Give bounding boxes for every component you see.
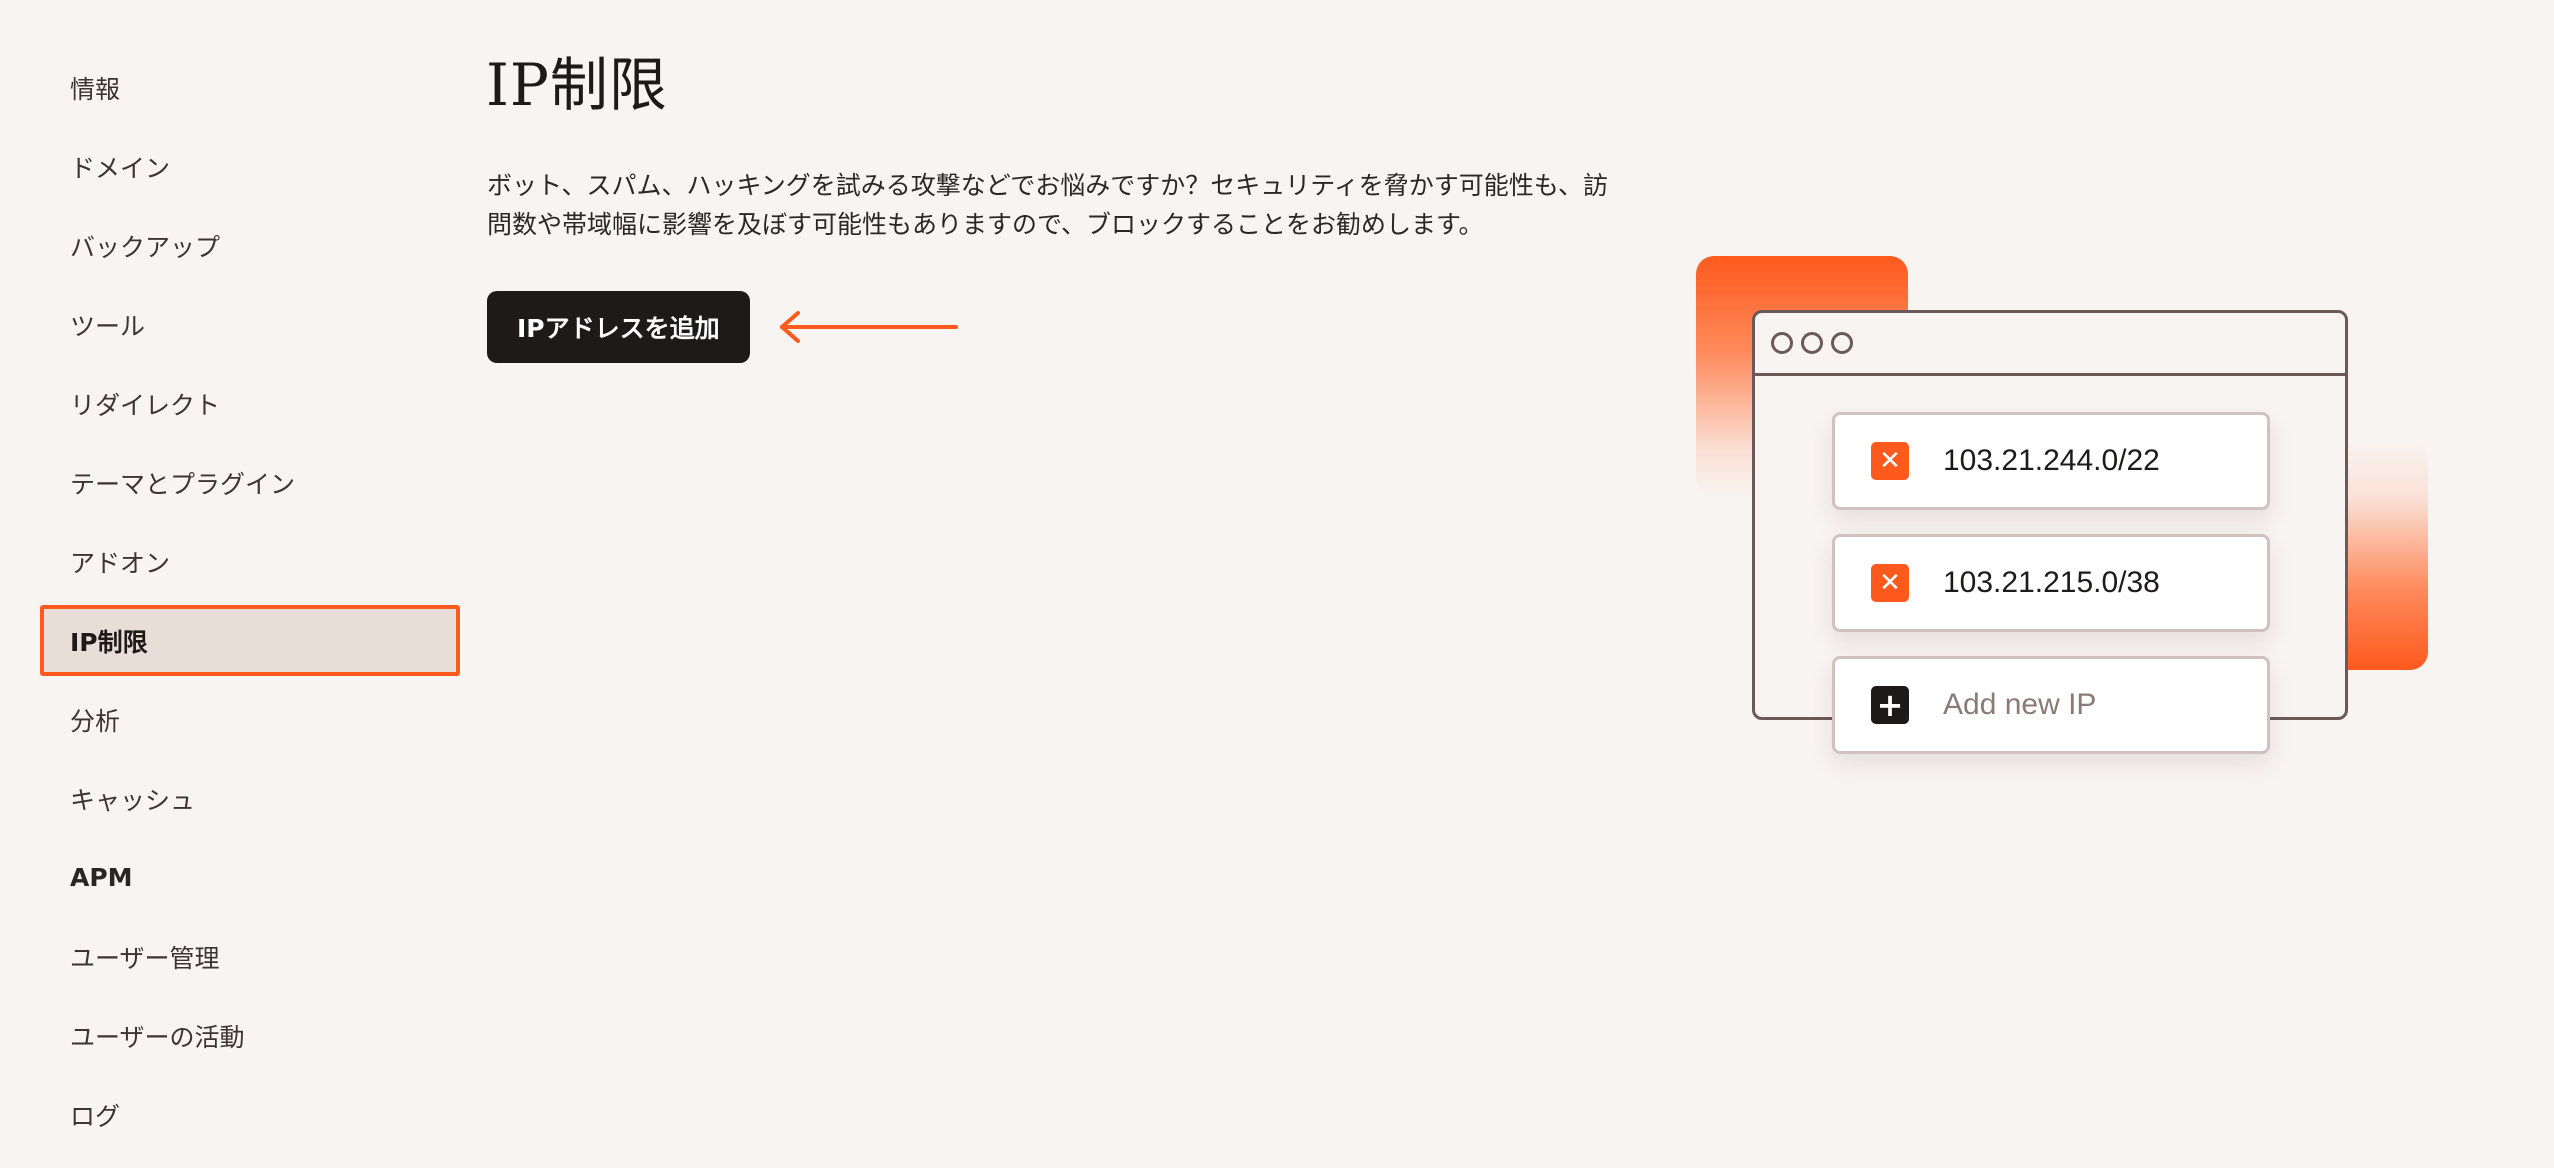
sidebar-item-apm[interactable]: APM [40, 838, 460, 917]
sidebar-item-label: ツール [70, 311, 146, 341]
sidebar-item-label: キャッシュ [70, 785, 196, 815]
sidebar-item-user-activity[interactable]: ユーザーの活動 [40, 996, 460, 1075]
sidebar-item-label: 分析 [70, 706, 121, 736]
sidebar-item-label: ユーザー管理 [70, 943, 220, 973]
add-ip-address-button[interactable]: IPアドレスを追加 [487, 291, 750, 363]
sidebar-item-domains[interactable]: ドメイン [40, 127, 460, 206]
window-dot-icon [1801, 332, 1823, 354]
sidebar-item-themes-plugins[interactable]: テーマとプラグイン [40, 443, 460, 522]
sidebar-item-cache[interactable]: キャッシュ [40, 759, 460, 838]
window-dot-icon [1771, 332, 1793, 354]
description-line: 問数や帯域幅に影響を及ぼす可能性もありますので、ブロックすることをお勧めします。 [487, 210, 1484, 239]
sidebar-item-logs[interactable]: ログ [40, 1075, 460, 1154]
sidebar-item-label: APM [70, 863, 133, 892]
sidebar-item-redirects[interactable]: リダイレクト [40, 364, 460, 443]
add-new-ip-card: + Add new IP [1832, 656, 2270, 754]
sidebar-item-label: 情報 [70, 74, 121, 104]
page-description: ボット、スパム、ハッキングを試みる攻撃などでお悩みですか？セキュリティを脅かす可… [487, 166, 1637, 244]
window-dot-icon [1831, 332, 1853, 354]
ip-address-text: 103.21.215.0/38 [1943, 566, 2160, 599]
sidebar-item-user-management[interactable]: ユーザー管理 [40, 917, 460, 996]
add-new-ip-text: Add new IP [1943, 688, 2097, 721]
sidebar-item-tools[interactable]: ツール [40, 285, 460, 364]
plus-icon: + [1871, 686, 1909, 724]
sidebar-item-ip-restriction[interactable]: IP制限 [40, 605, 460, 676]
arrow-left-icon [780, 311, 958, 343]
sidebar-item-label: アドオン [70, 548, 171, 578]
sidebar-nav: 情報 ドメイン バックアップ ツール リダイレクト テーマとプラグイン アドオン… [40, 48, 460, 1154]
ip-address-text: 103.21.244.0/22 [1943, 444, 2160, 477]
page-title: IP制限 [486, 51, 668, 119]
browser-title-bar [1755, 313, 2345, 376]
sidebar-item-label: IP制限 [70, 627, 148, 657]
ip-restriction-illustration: ✕ 103.21.244.0/22 ✕ 103.21.215.0/38 + Ad… [1690, 250, 2450, 810]
sidebar-item-info[interactable]: 情報 [40, 48, 460, 127]
sidebar-item-addons[interactable]: アドオン [40, 522, 460, 601]
ip-entry-card: ✕ 103.21.215.0/38 [1832, 534, 2270, 632]
ip-entry-card: ✕ 103.21.244.0/22 [1832, 412, 2270, 510]
sidebar-item-analytics[interactable]: 分析 [40, 680, 460, 759]
close-icon: ✕ [1871, 564, 1909, 602]
sidebar-item-label: テーマとプラグイン [70, 469, 296, 499]
close-icon: ✕ [1871, 442, 1909, 480]
sidebar-item-label: リダイレクト [70, 390, 221, 420]
sidebar-item-label: バックアップ [70, 232, 221, 262]
description-line: ボット、スパム、ハッキングを試みる攻撃などでお悩みですか？セキュリティを脅かす可… [487, 171, 1609, 200]
sidebar-item-label: ドメイン [70, 153, 171, 183]
sidebar-item-label: ユーザーの活動 [70, 1022, 245, 1052]
sidebar-item-backups[interactable]: バックアップ [40, 206, 460, 285]
sidebar-item-label: ログ [70, 1101, 121, 1131]
